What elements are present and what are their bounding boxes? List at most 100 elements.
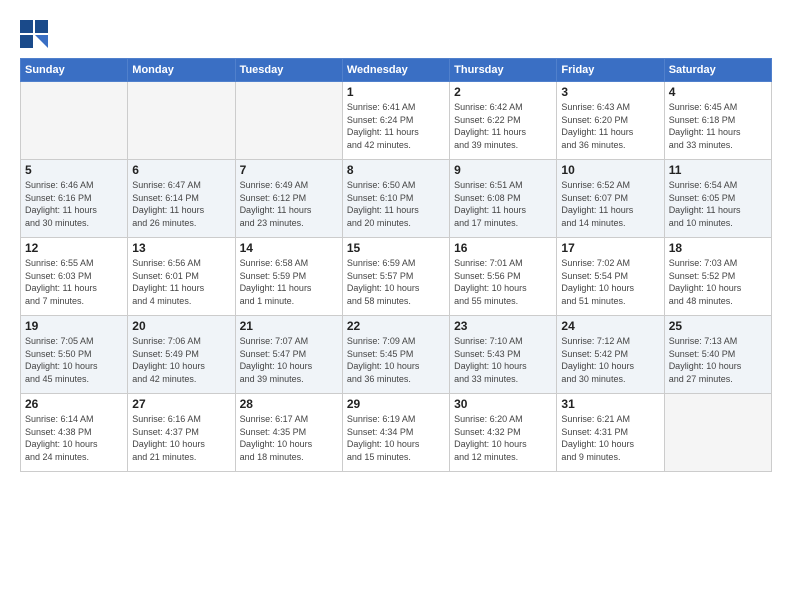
calendar-cell: 12 Sunrise: 6:55 AM Sunset: 6:03 PM Dayli… (21, 238, 128, 316)
calendar-week-5: 26 Sunrise: 6:14 AM Sunset: 4:38 PM Dayli… (21, 394, 772, 472)
calendar-cell: 25 Sunrise: 7:13 AM Sunset: 5:40 PM Dayli… (664, 316, 771, 394)
day-info: Sunrise: 6:21 AM Sunset: 4:31 PM Dayligh… (561, 413, 659, 463)
day-info: Sunrise: 7:12 AM Sunset: 5:42 PM Dayligh… (561, 335, 659, 385)
day-info: Sunrise: 6:45 AM Sunset: 6:18 PM Dayligh… (669, 101, 767, 151)
day-info: Sunrise: 6:56 AM Sunset: 6:01 PM Dayligh… (132, 257, 230, 307)
calendar-cell: 8 Sunrise: 6:50 AM Sunset: 6:10 PM Daylig… (342, 160, 449, 238)
calendar-cell: 17 Sunrise: 7:02 AM Sunset: 5:54 PM Dayli… (557, 238, 664, 316)
day-number: 9 (454, 163, 552, 177)
weekday-header-sunday: Sunday (21, 59, 128, 82)
day-info: Sunrise: 7:05 AM Sunset: 5:50 PM Dayligh… (25, 335, 123, 385)
day-info: Sunrise: 7:10 AM Sunset: 5:43 PM Dayligh… (454, 335, 552, 385)
logo-icon (20, 20, 48, 48)
calendar-cell: 27 Sunrise: 6:16 AM Sunset: 4:37 PM Dayli… (128, 394, 235, 472)
calendar-cell: 4 Sunrise: 6:45 AM Sunset: 6:18 PM Daylig… (664, 82, 771, 160)
day-info: Sunrise: 6:55 AM Sunset: 6:03 PM Dayligh… (25, 257, 123, 307)
calendar-cell: 28 Sunrise: 6:17 AM Sunset: 4:35 PM Dayli… (235, 394, 342, 472)
day-info: Sunrise: 7:03 AM Sunset: 5:52 PM Dayligh… (669, 257, 767, 307)
day-number: 24 (561, 319, 659, 333)
day-number: 29 (347, 397, 445, 411)
day-info: Sunrise: 6:43 AM Sunset: 6:20 PM Dayligh… (561, 101, 659, 151)
calendar-cell (664, 394, 771, 472)
day-info: Sunrise: 6:59 AM Sunset: 5:57 PM Dayligh… (347, 257, 445, 307)
calendar-cell: 14 Sunrise: 6:58 AM Sunset: 5:59 PM Dayli… (235, 238, 342, 316)
calendar-cell: 30 Sunrise: 6:20 AM Sunset: 4:32 PM Dayli… (450, 394, 557, 472)
day-info: Sunrise: 6:58 AM Sunset: 5:59 PM Dayligh… (240, 257, 338, 307)
day-number: 28 (240, 397, 338, 411)
calendar-week-2: 5Sunrise: 6:46 AM Sunset: 6:16 PM Daylig… (21, 160, 772, 238)
calendar-cell: 29Sunrise: 6:19 AM Sunset: 4:34 PM Dayli… (342, 394, 449, 472)
calendar-cell: 10 Sunrise: 6:52 AM Sunset: 6:07 PM Dayli… (557, 160, 664, 238)
calendar-cell: 9 Sunrise: 6:51 AM Sunset: 6:08 PM Daylig… (450, 160, 557, 238)
day-number: 2 (454, 85, 552, 99)
day-number: 20 (132, 319, 230, 333)
day-number: 13 (132, 241, 230, 255)
calendar-cell: 16 Sunrise: 7:01 AM Sunset: 5:56 PM Dayli… (450, 238, 557, 316)
day-number: 26 (25, 397, 123, 411)
day-number: 23 (454, 319, 552, 333)
day-number: 16 (454, 241, 552, 255)
calendar-week-3: 12 Sunrise: 6:55 AM Sunset: 6:03 PM Dayli… (21, 238, 772, 316)
weekday-header-wednesday: Wednesday (342, 59, 449, 82)
calendar-cell: 3Sunrise: 6:43 AM Sunset: 6:20 PM Daylig… (557, 82, 664, 160)
calendar-table: SundayMondayTuesdayWednesdayThursdayFrid… (20, 58, 772, 472)
calendar-cell: 1Sunrise: 6:41 AM Sunset: 6:24 PM Daylig… (342, 82, 449, 160)
day-number: 19 (25, 319, 123, 333)
day-info: Sunrise: 6:51 AM Sunset: 6:08 PM Dayligh… (454, 179, 552, 229)
day-info: Sunrise: 6:17 AM Sunset: 4:35 PM Dayligh… (240, 413, 338, 463)
day-info: Sunrise: 7:13 AM Sunset: 5:40 PM Dayligh… (669, 335, 767, 385)
day-number: 12 (25, 241, 123, 255)
day-info: Sunrise: 6:47 AM Sunset: 6:14 PM Dayligh… (132, 179, 230, 229)
day-number: 17 (561, 241, 659, 255)
calendar-cell: 11Sunrise: 6:54 AM Sunset: 6:05 PM Dayli… (664, 160, 771, 238)
day-number: 15 (347, 241, 445, 255)
day-info: Sunrise: 6:52 AM Sunset: 6:07 PM Dayligh… (561, 179, 659, 229)
day-number: 1 (347, 85, 445, 99)
day-number: 27 (132, 397, 230, 411)
logo (20, 20, 52, 48)
day-number: 8 (347, 163, 445, 177)
calendar-cell (128, 82, 235, 160)
day-number: 30 (454, 397, 552, 411)
calendar-week-1: 1Sunrise: 6:41 AM Sunset: 6:24 PM Daylig… (21, 82, 772, 160)
weekday-header-monday: Monday (128, 59, 235, 82)
calendar-cell: 6 Sunrise: 6:47 AM Sunset: 6:14 PM Daylig… (128, 160, 235, 238)
day-info: Sunrise: 7:09 AM Sunset: 5:45 PM Dayligh… (347, 335, 445, 385)
calendar-cell: 22Sunrise: 7:09 AM Sunset: 5:45 PM Dayli… (342, 316, 449, 394)
calendar-cell: 24 Sunrise: 7:12 AM Sunset: 5:42 PM Dayli… (557, 316, 664, 394)
day-number: 21 (240, 319, 338, 333)
day-number: 14 (240, 241, 338, 255)
calendar-cell: 18Sunrise: 7:03 AM Sunset: 5:52 PM Dayli… (664, 238, 771, 316)
calendar-cell (235, 82, 342, 160)
weekday-header-row: SundayMondayTuesdayWednesdayThursdayFrid… (21, 59, 772, 82)
day-info: Sunrise: 6:54 AM Sunset: 6:05 PM Dayligh… (669, 179, 767, 229)
weekday-header-tuesday: Tuesday (235, 59, 342, 82)
day-number: 10 (561, 163, 659, 177)
day-info: Sunrise: 7:02 AM Sunset: 5:54 PM Dayligh… (561, 257, 659, 307)
day-number: 4 (669, 85, 767, 99)
day-info: Sunrise: 6:20 AM Sunset: 4:32 PM Dayligh… (454, 413, 552, 463)
day-info: Sunrise: 7:07 AM Sunset: 5:47 PM Dayligh… (240, 335, 338, 385)
header (20, 16, 772, 48)
day-info: Sunrise: 6:46 AM Sunset: 6:16 PM Dayligh… (25, 179, 123, 229)
day-info: Sunrise: 6:49 AM Sunset: 6:12 PM Dayligh… (240, 179, 338, 229)
calendar-cell: 7Sunrise: 6:49 AM Sunset: 6:12 PM Daylig… (235, 160, 342, 238)
weekday-header-thursday: Thursday (450, 59, 557, 82)
calendar-cell: 13 Sunrise: 6:56 AM Sunset: 6:01 PM Dayli… (128, 238, 235, 316)
calendar-cell: 31Sunrise: 6:21 AM Sunset: 4:31 PM Dayli… (557, 394, 664, 472)
day-info: Sunrise: 6:16 AM Sunset: 4:37 PM Dayligh… (132, 413, 230, 463)
weekday-header-saturday: Saturday (664, 59, 771, 82)
day-number: 25 (669, 319, 767, 333)
day-info: Sunrise: 7:01 AM Sunset: 5:56 PM Dayligh… (454, 257, 552, 307)
day-number: 6 (132, 163, 230, 177)
calendar-cell: 26 Sunrise: 6:14 AM Sunset: 4:38 PM Dayli… (21, 394, 128, 472)
calendar-cell (21, 82, 128, 160)
weekday-header-friday: Friday (557, 59, 664, 82)
calendar-cell: 21 Sunrise: 7:07 AM Sunset: 5:47 PM Dayli… (235, 316, 342, 394)
calendar-cell: 15 Sunrise: 6:59 AM Sunset: 5:57 PM Dayli… (342, 238, 449, 316)
calendar-cell: 5Sunrise: 6:46 AM Sunset: 6:16 PM Daylig… (21, 160, 128, 238)
calendar-page: SundayMondayTuesdayWednesdayThursdayFrid… (0, 0, 792, 612)
day-info: Sunrise: 6:14 AM Sunset: 4:38 PM Dayligh… (25, 413, 123, 463)
calendar-cell: 19 Sunrise: 7:05 AM Sunset: 5:50 PM Dayli… (21, 316, 128, 394)
day-info: Sunrise: 6:50 AM Sunset: 6:10 PM Dayligh… (347, 179, 445, 229)
